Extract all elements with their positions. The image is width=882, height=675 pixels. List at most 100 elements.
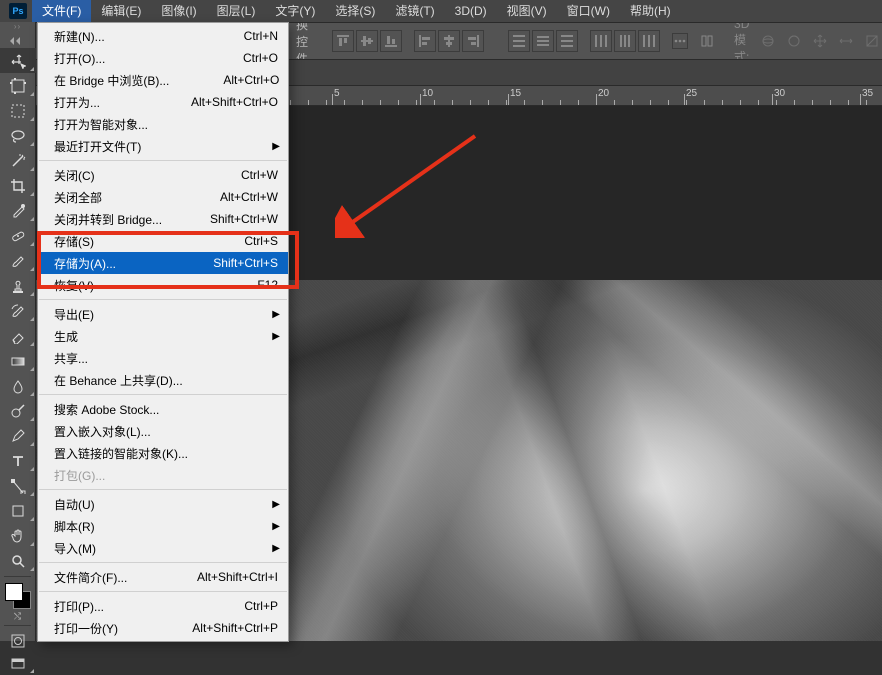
align-bottom-icon[interactable] xyxy=(380,30,402,52)
menu-image[interactable]: 图像(I) xyxy=(151,0,206,22)
menu-item-置入链接的智能对象[interactable]: 置入链接的智能对象(K)... xyxy=(38,442,288,464)
menu-item-打印[interactable]: 打印(P)...Ctrl+P xyxy=(38,595,288,617)
menu-edit[interactable]: 编辑(E) xyxy=(91,0,151,22)
menu-item-label: 打印一份(Y) xyxy=(54,620,168,637)
menu-item-关闭并转到-bridge[interactable]: 关闭并转到 Bridge...Shift+Ctrl+W xyxy=(38,208,288,230)
menu-item-搜索-adobe-stock[interactable]: 搜索 Adobe Stock... xyxy=(38,398,288,420)
gradient-tool-icon[interactable] xyxy=(0,348,36,373)
align-vcenter-icon[interactable] xyxy=(356,30,378,52)
menu-item-在-bridge-中浏览[interactable]: 在 Bridge 中浏览(B)...Alt+Ctrl+O xyxy=(38,69,288,91)
foreground-color-swatch[interactable] xyxy=(5,583,23,601)
type-tool-icon[interactable] xyxy=(0,448,36,473)
lasso-tool-icon[interactable] xyxy=(0,123,36,148)
blur-tool-icon[interactable] xyxy=(0,373,36,398)
path-select-tool-icon[interactable] xyxy=(0,473,36,498)
roll-3d-icon[interactable] xyxy=(783,30,805,52)
healing-brush-tool-icon[interactable] xyxy=(0,223,36,248)
menu-item-存储[interactable]: 存储(S)Ctrl+S xyxy=(38,230,288,252)
menu-item-打开为[interactable]: 打开为...Alt+Shift+Ctrl+O xyxy=(38,91,288,113)
menu-item-label: 文件简介(F)... xyxy=(54,569,168,586)
menu-item-label: 最近打开文件(T) xyxy=(54,138,278,155)
submenu-arrow-icon: ▶ xyxy=(272,499,280,510)
tools-grip-icon[interactable]: ›› xyxy=(0,22,35,30)
crop-tool-icon[interactable] xyxy=(0,173,36,198)
collapse-tools-icon[interactable] xyxy=(9,36,21,46)
brush-tool-icon[interactable] xyxy=(0,248,36,273)
marquee-tool-icon[interactable] xyxy=(0,98,36,123)
distribute-top-icon[interactable] xyxy=(508,30,530,52)
auto-align-icon[interactable] xyxy=(700,34,714,48)
menu-layer[interactable]: 图层(L) xyxy=(207,0,266,22)
menu-item-最近打开文件[interactable]: 最近打开文件(T)▶ xyxy=(38,135,288,157)
ruler-label: 15 xyxy=(510,88,521,99)
align-top-icon[interactable] xyxy=(332,30,354,52)
menu-select[interactable]: 选择(S) xyxy=(325,0,385,22)
menu-filter[interactable]: 滤镜(T) xyxy=(385,0,444,22)
align-left-icon[interactable] xyxy=(414,30,436,52)
menu-item-label: 打包(G)... xyxy=(54,467,278,484)
screen-mode-tool-icon[interactable] xyxy=(0,652,36,675)
scale-3d-icon[interactable] xyxy=(861,30,882,52)
pan-3d-icon[interactable] xyxy=(809,30,831,52)
menu-item-shortcut: Ctrl+O xyxy=(168,51,278,65)
menu-item-存储为[interactable]: 存储为(A)...Shift+Ctrl+S xyxy=(38,252,288,274)
artboard-tool-icon[interactable] xyxy=(0,73,36,98)
menu-item-脚本[interactable]: 脚本(R)▶ xyxy=(38,515,288,537)
menu-item-shortcut: Ctrl+S xyxy=(168,234,278,248)
menu-item-共享[interactable]: 共享... xyxy=(38,347,288,369)
menu-item-恢复[interactable]: 恢复(V)F12 xyxy=(38,274,288,296)
menu-item-导出[interactable]: 导出(E)▶ xyxy=(38,303,288,325)
menu-item-打包: 打包(G)... xyxy=(38,464,288,486)
orbit-3d-icon[interactable] xyxy=(757,30,779,52)
submenu-arrow-icon: ▶ xyxy=(272,521,280,532)
move-tool-icon[interactable] xyxy=(0,48,36,73)
distribute-bottom-icon[interactable] xyxy=(556,30,578,52)
menu-item-生成[interactable]: 生成▶ xyxy=(38,325,288,347)
submenu-arrow-icon: ▶ xyxy=(272,543,280,554)
eyedropper-tool-icon[interactable] xyxy=(0,198,36,223)
menu-3d[interactable]: 3D(D) xyxy=(445,0,497,22)
menu-separator xyxy=(39,489,287,490)
align-right-icon[interactable] xyxy=(462,30,484,52)
distribute-hcenter-icon[interactable] xyxy=(614,30,636,52)
menu-item-关闭[interactable]: 关闭(C)Ctrl+W xyxy=(38,164,288,186)
menu-item-label: 打开为智能对象... xyxy=(54,116,278,133)
menu-separator xyxy=(39,591,287,592)
distribute-right-icon[interactable] xyxy=(638,30,660,52)
menu-item-label: 脚本(R) xyxy=(54,518,278,535)
distribute-vcenter-icon[interactable] xyxy=(532,30,554,52)
pen-tool-icon[interactable] xyxy=(0,423,36,448)
color-swatch[interactable] xyxy=(5,583,31,609)
menu-item-关闭全部[interactable]: 关闭全部Alt+Ctrl+W xyxy=(38,186,288,208)
slide-3d-icon[interactable] xyxy=(835,30,857,52)
menu-item-shortcut: Ctrl+P xyxy=(168,599,278,613)
menu-item-在-behance-上共享[interactable]: 在 Behance 上共享(D)... xyxy=(38,369,288,391)
shape-tool-icon[interactable] xyxy=(0,498,36,523)
distribute-left-icon[interactable] xyxy=(590,30,612,52)
menu-item-导入[interactable]: 导入(M)▶ xyxy=(38,537,288,559)
menu-item-shortcut: Ctrl+W xyxy=(168,168,278,182)
align-hcenter-icon[interactable] xyxy=(438,30,460,52)
clone-stamp-tool-icon[interactable] xyxy=(0,273,36,298)
menu-item-置入嵌入对象[interactable]: 置入嵌入对象(L)... xyxy=(38,420,288,442)
menu-item-打开[interactable]: 打开(O)...Ctrl+O xyxy=(38,47,288,69)
swap-colors-icon[interactable]: ⤭ xyxy=(14,611,21,622)
menu-type[interactable]: 文字(Y) xyxy=(265,0,325,22)
menu-item-自动[interactable]: 自动(U)▶ xyxy=(38,493,288,515)
menu-item-文件简介[interactable]: 文件简介(F)...Alt+Shift+Ctrl+I xyxy=(38,566,288,588)
eraser-tool-icon[interactable] xyxy=(0,323,36,348)
zoom-tool-icon[interactable] xyxy=(0,548,36,573)
menu-item-新建[interactable]: 新建(N)...Ctrl+N xyxy=(38,25,288,47)
menu-item-打印一份[interactable]: 打印一份(Y)Alt+Shift+Ctrl+P xyxy=(38,617,288,639)
more-options-icon[interactable] xyxy=(672,33,688,49)
menu-window[interactable]: 窗口(W) xyxy=(557,0,620,22)
hand-tool-icon[interactable] xyxy=(0,523,36,548)
menu-help[interactable]: 帮助(H) xyxy=(620,0,681,22)
menu-file[interactable]: 文件(F) xyxy=(32,0,91,22)
quick-select-tool-icon[interactable] xyxy=(0,148,36,173)
dodge-tool-icon[interactable] xyxy=(0,398,36,423)
menu-item-打开为智能对象[interactable]: 打开为智能对象... xyxy=(38,113,288,135)
tools-panel: ›› ⤭ xyxy=(0,22,36,641)
menu-view[interactable]: 视图(V) xyxy=(497,0,557,22)
history-brush-tool-icon[interactable] xyxy=(0,298,36,323)
